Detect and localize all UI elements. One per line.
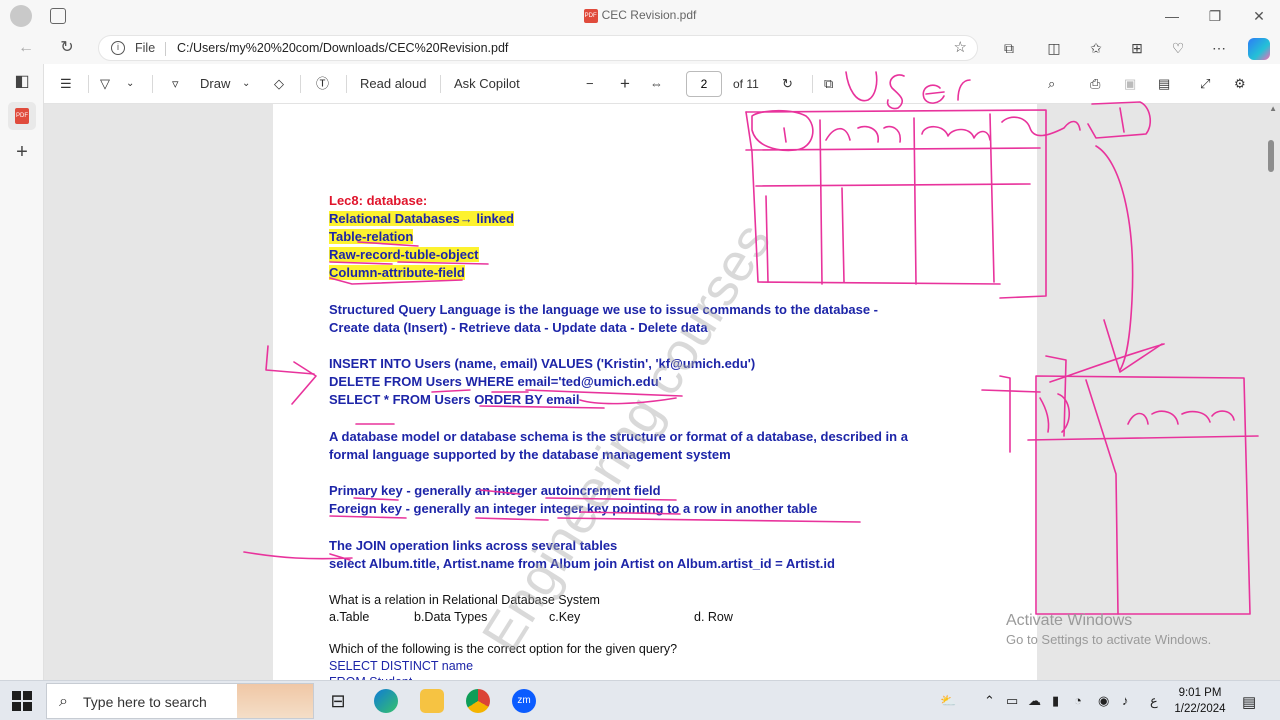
taskbar-search[interactable]: ⌕ Type here to search (46, 683, 314, 719)
file-explorer-icon[interactable] (420, 689, 444, 713)
start-button[interactable] (12, 691, 32, 711)
show-hidden-icons-icon[interactable]: ⌃ (984, 693, 995, 709)
search-icon: ⌕ (59, 693, 68, 710)
search-highlight-image (237, 684, 313, 718)
network-icon[interactable]: ▭ (1006, 693, 1018, 709)
battery-icon[interactable]: ▮ (1052, 693, 1059, 709)
wifi-icon[interactable]: ◔ (1074, 693, 1082, 708)
zoom-app-icon[interactable]: zm (512, 689, 536, 713)
chrome-app-icon[interactable] (466, 689, 490, 713)
task-view-icon[interactable]: ⊟ (326, 689, 350, 713)
search-placeholder: Type here to search (83, 694, 207, 710)
edge-app-icon[interactable] (374, 689, 398, 713)
activate-title: Activate Windows (1006, 612, 1133, 629)
input-language[interactable]: ع (1150, 693, 1158, 709)
clock-time: 9:01 PM (1178, 687, 1222, 699)
clock[interactable]: 9:01 PM 1/22/2024 (1168, 685, 1232, 717)
notifications-icon[interactable]: ▤ (1242, 693, 1256, 711)
volume-icon[interactable]: ♪ (1122, 693, 1129, 708)
taskbar: ⌕ Type here to search ⊟ zm ⛅ ⌃ ▭ ☁ ▮ ◔ ◉… (0, 680, 1280, 720)
onedrive-icon[interactable]: ☁ (1028, 693, 1041, 709)
activate-windows-notice: Activate Windows Go to Settings to activ… (1006, 612, 1211, 647)
activate-subtitle: Go to Settings to activate Windows. (1006, 632, 1212, 647)
ink-annotations (243, 71, 1259, 615)
speaker-icon[interactable]: ◉ (1098, 693, 1109, 709)
weather-icon[interactable]: ⛅ (940, 693, 956, 709)
clock-date: 1/22/2024 (1174, 703, 1226, 715)
